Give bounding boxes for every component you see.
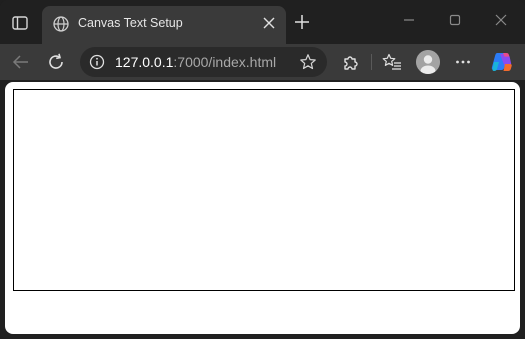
close-window-icon[interactable] <box>494 13 508 27</box>
url-text: 127.0.0.1:7000/index.html <box>115 54 276 70</box>
minimize-icon[interactable] <box>402 13 416 27</box>
copilot-icon[interactable] <box>490 50 514 74</box>
tab-strip: Canvas Text Setup <box>0 0 525 44</box>
canvas[interactable] <box>13 89 515 291</box>
favorites-icon[interactable] <box>382 52 402 72</box>
more-icon[interactable] <box>453 52 473 72</box>
back-arrow-icon[interactable] <box>11 52 31 72</box>
globe-icon <box>52 15 70 33</box>
tab-title: Canvas Text Setup <box>78 16 183 30</box>
info-icon[interactable] <box>89 54 105 70</box>
toolbar-divider <box>371 54 372 70</box>
profile-icon[interactable] <box>416 50 440 74</box>
browser-window: Canvas Text Setup 127.0.0.1:7000/index.h… <box>0 0 525 339</box>
tab-actions-icon[interactable] <box>10 13 30 33</box>
puzzle-icon[interactable] <box>340 52 360 72</box>
reload-icon[interactable] <box>46 52 66 72</box>
maximize-icon[interactable] <box>448 13 462 27</box>
page-content <box>5 82 520 334</box>
url-path: :7000/index.html <box>173 54 277 70</box>
url-host: 127.0.0.1 <box>115 54 174 70</box>
plus-icon[interactable] <box>293 13 311 31</box>
close-icon[interactable] <box>262 16 276 30</box>
star-icon[interactable] <box>299 53 317 71</box>
browser-toolbar: 127.0.0.1:7000/index.html <box>0 44 525 80</box>
tab-canvas-text-setup[interactable]: Canvas Text Setup <box>42 6 286 44</box>
address-bar[interactable]: 127.0.0.1:7000/index.html <box>80 47 327 77</box>
